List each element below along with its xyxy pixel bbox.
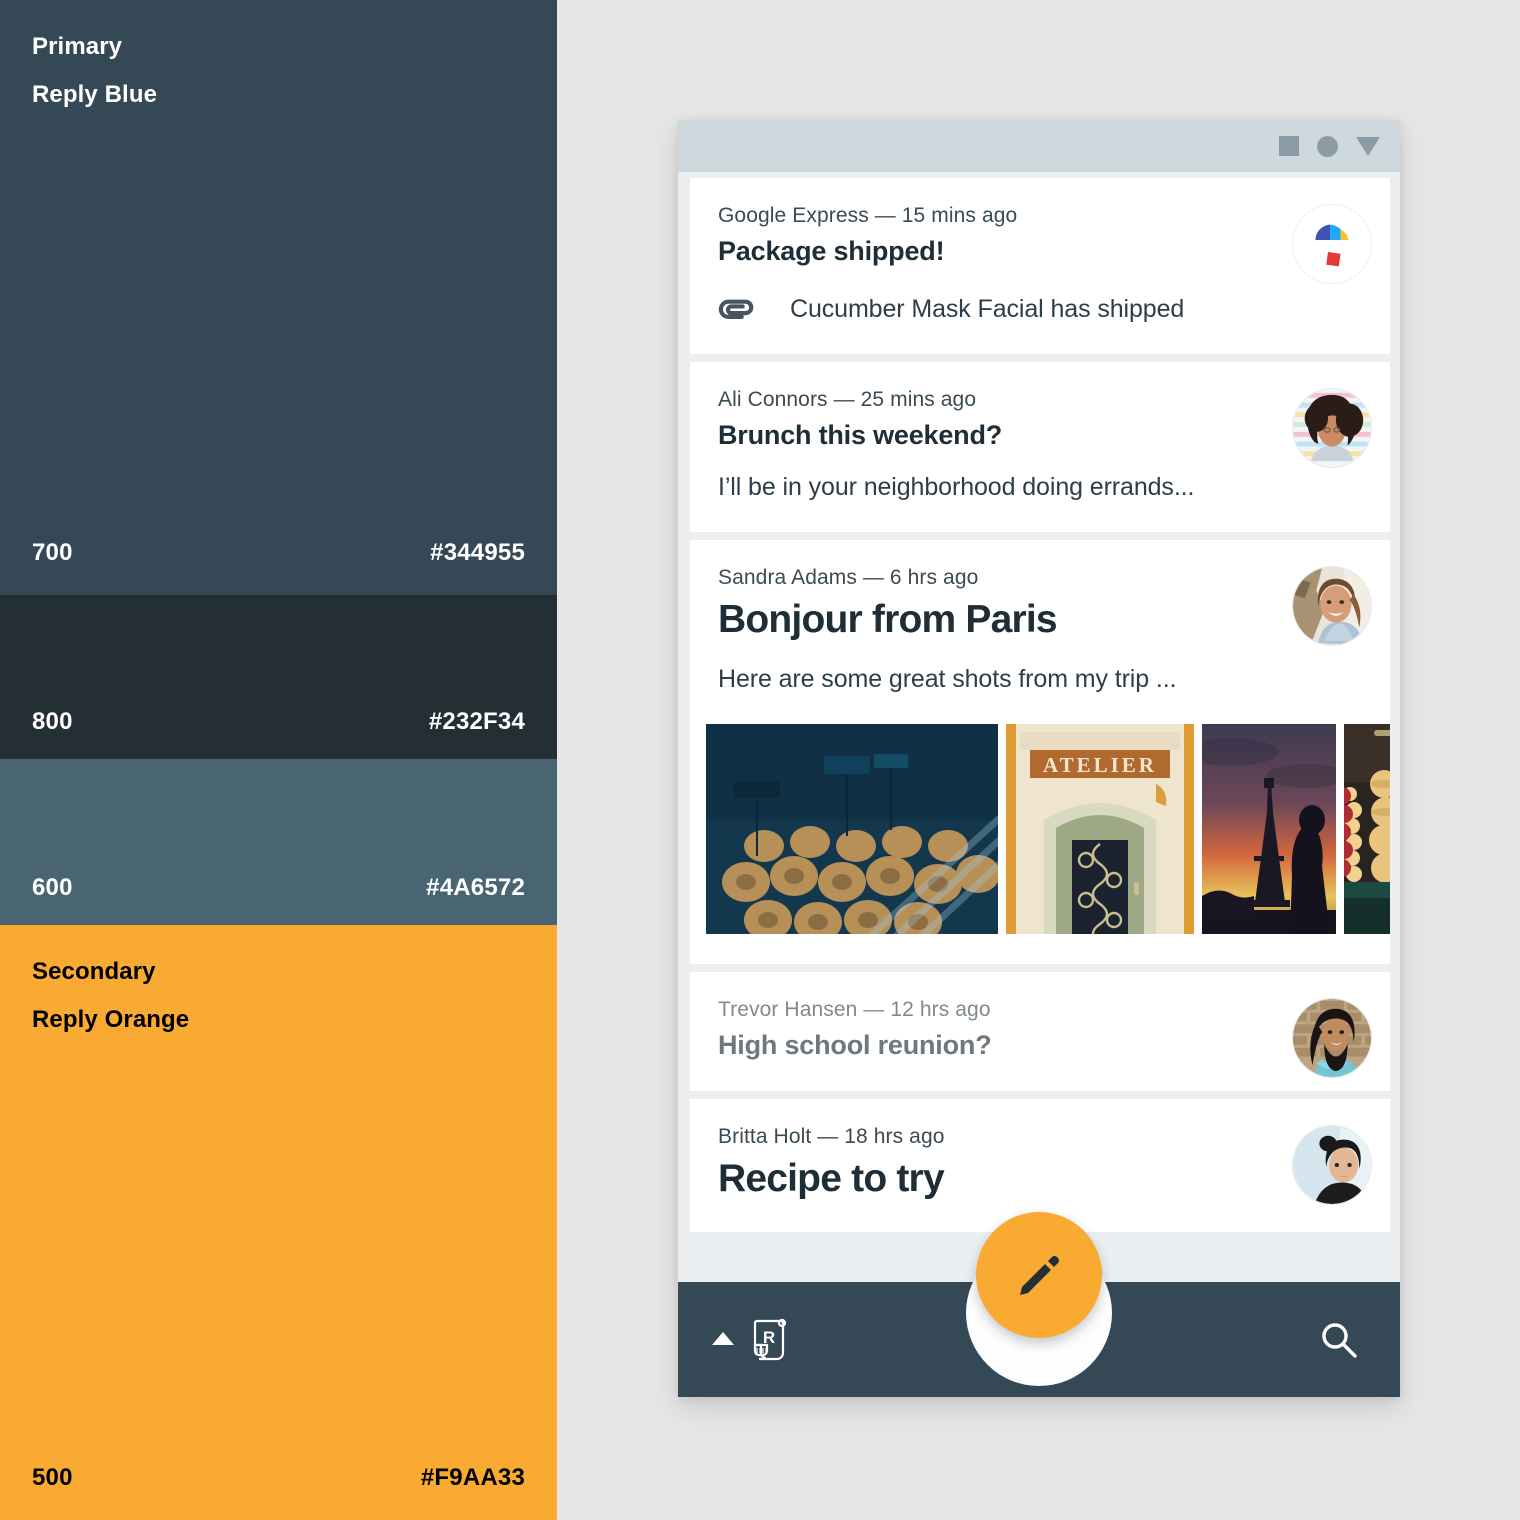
message-snippet: I’ll be in your neighborhood doing erran… [718, 473, 1195, 502]
message-subject: Recipe to try [718, 1156, 945, 1200]
mockup-stage: Google Express — 15 mins ago Package shi… [557, 0, 1520, 1520]
message-meta: Sandra Adams — 6 hrs ago [718, 566, 979, 590]
compose-fab-button[interactable] [976, 1212, 1102, 1338]
avatar[interactable] [1292, 566, 1372, 647]
avatar[interactable] [1292, 204, 1372, 284]
bottom-app-bar: R [678, 1212, 1400, 1397]
swatch-name-label: Reply Blue [32, 81, 158, 108]
swatch-tone: 500 [32, 1464, 73, 1491]
close-triangle-icon[interactable] [1356, 136, 1380, 156]
swatch-footer: 800 #232F34 [0, 708, 557, 736]
swatch-footer: 500 #F9AA33 [0, 1464, 557, 1492]
appbar-leading-group[interactable]: R [712, 1315, 790, 1365]
swatch-name-label: Reply Orange [32, 1006, 190, 1033]
message-snippet: Here are some great shots from my trip .… [718, 664, 1177, 693]
photo-thumbnail[interactable] [706, 723, 998, 934]
up-triangle-icon[interactable] [712, 1332, 734, 1345]
message-subject: Package shipped! [718, 236, 945, 266]
swatch-role-label: Primary [32, 33, 123, 60]
photo-thumbnail[interactable] [1202, 723, 1336, 934]
message-meta: Google Express — 15 mins ago [718, 204, 1018, 227]
swatch-hex: #4A6572 [426, 874, 525, 901]
swatch-700: Primary Reply Blue 700 #344955 [0, 0, 557, 595]
svg-text:R: R [763, 1328, 775, 1347]
swatch-role-label: Secondary [32, 958, 156, 985]
maximize-circle-icon[interactable] [1317, 135, 1338, 157]
palette-and-mockup-page: Primary Reply Blue 700 #344955 800 #232F… [0, 0, 1520, 1520]
swatch-tone: 700 [32, 539, 73, 566]
swatch-tone: 600 [32, 874, 73, 901]
avatar[interactable] [1292, 997, 1372, 1078]
swatch-hex: #232F34 [428, 708, 525, 735]
svg-text:ATELIER: ATELIER [1043, 753, 1157, 777]
edit-pencil-icon [1020, 1255, 1060, 1295]
swatch-600: 600 #4A6572 [0, 759, 557, 925]
message-subject: Bonjour from Paris [718, 598, 1058, 642]
message-subject: High school reunion? [718, 1029, 992, 1060]
paperclip-icon [718, 296, 756, 324]
photo-attachments[interactable]: ATELIER [690, 723, 1390, 934]
swatch-footer: 600 #4A6572 [0, 874, 557, 902]
swatch-footer: 700 #344955 [0, 539, 557, 567]
list-item[interactable]: Google Express — 15 mins ago Package shi… [690, 178, 1390, 355]
list-item[interactable]: Sandra Adams — 6 hrs ago Bonjour from Pa… [690, 540, 1390, 964]
attachment-label: Cucumber Mask Facial has shipped [790, 295, 1185, 324]
swatch-tone: 800 [32, 708, 73, 735]
swatch-500: Secondary Reply Orange 500 #F9AA33 [0, 925, 557, 1520]
list-item[interactable]: Trevor Hansen — 12 hrs ago High school r… [690, 971, 1390, 1091]
photo-thumbnail[interactable]: ATELIER [1006, 723, 1194, 934]
avatar[interactable] [1292, 1124, 1372, 1205]
search-icon[interactable] [1318, 1319, 1360, 1361]
message-meta: Britta Holt — 18 hrs ago [718, 1124, 945, 1148]
list-item[interactable]: Ali Connors — 25 mins ago Brunch this we… [690, 362, 1390, 533]
window-chrome-bar [678, 120, 1400, 172]
color-palette-column: Primary Reply Blue 700 #344955 800 #232F… [0, 0, 557, 1520]
reply-logo-icon[interactable]: R [748, 1315, 790, 1365]
swatch-hex: #344955 [430, 539, 525, 566]
swatch-800: 800 #232F34 [0, 595, 557, 759]
message-subject: Brunch this weekend? [718, 420, 1003, 451]
app-window: Google Express — 15 mins ago Package shi… [678, 120, 1400, 1397]
minimize-square-icon[interactable] [1279, 136, 1299, 156]
avatar[interactable] [1292, 388, 1372, 469]
swatch-hex: #F9AA33 [420, 1464, 525, 1491]
message-meta: Ali Connors — 25 mins ago [718, 388, 977, 412]
attachment-row: Cucumber Mask Facial has shipped [718, 295, 1362, 324]
photo-thumbnail[interactable] [1344, 723, 1390, 934]
message-meta: Trevor Hansen — 12 hrs ago [718, 997, 991, 1021]
